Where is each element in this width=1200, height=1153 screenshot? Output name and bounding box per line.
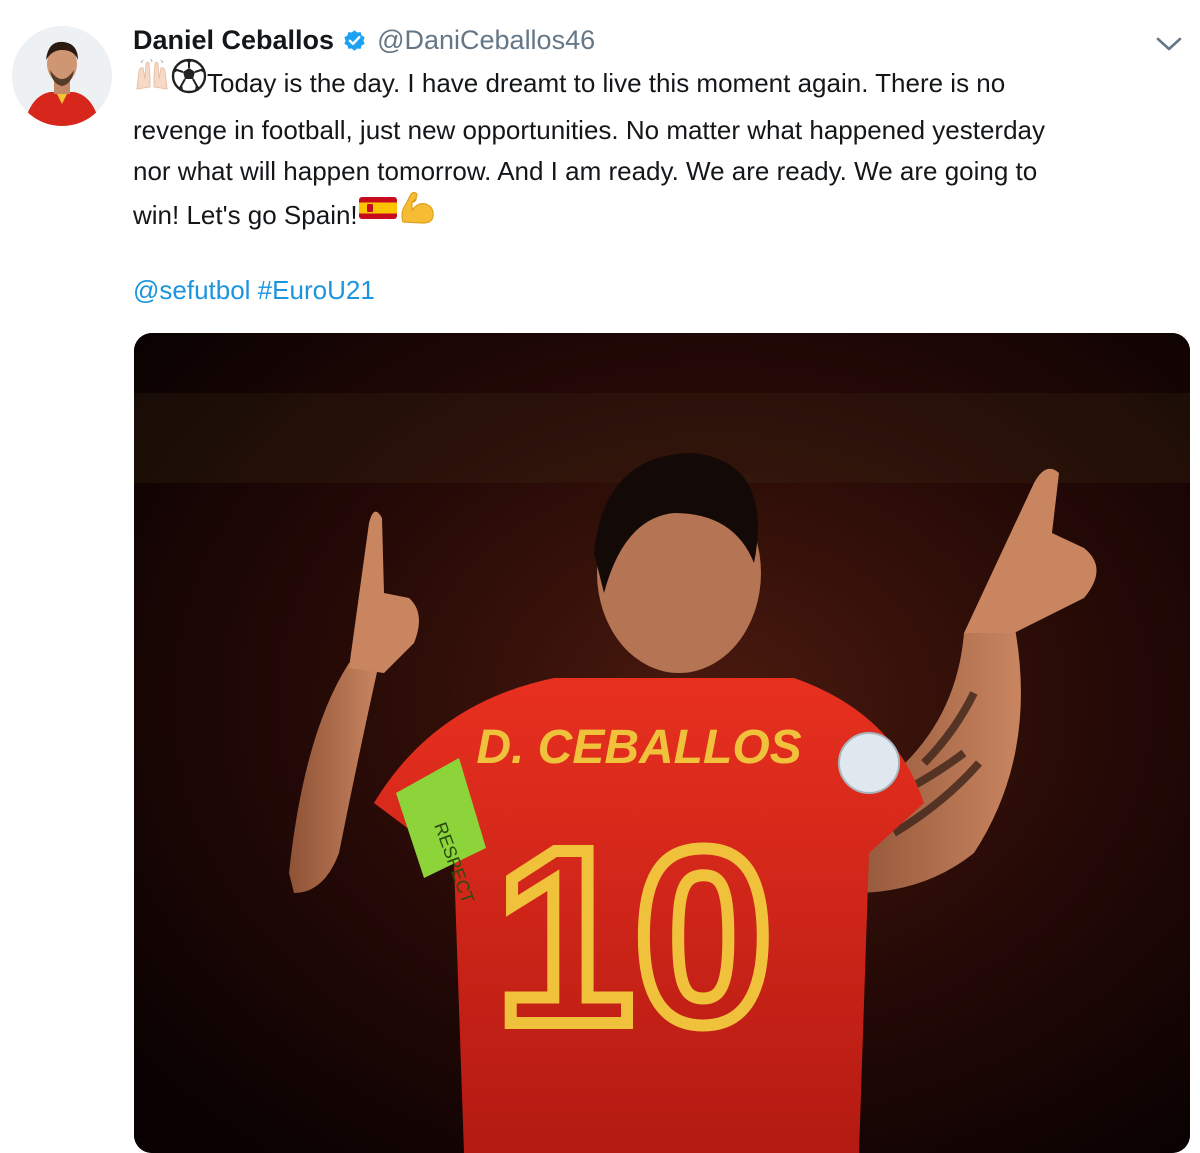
tweet-line-1: Today is the day. I have dreamt to live … (133, 58, 1183, 110)
flexed-biceps-icon (398, 190, 436, 239)
jersey-number: 10 (495, 797, 773, 1076)
tweet-line-1-text: Today is the day. I have dreamt to live … (207, 68, 1006, 99)
tweet-line-3: nor what will happen tomorrow. And I am … (133, 156, 1038, 186)
author-name[interactable]: Daniel Ceballos (133, 25, 334, 56)
mention-link[interactable]: @sefutbol (133, 275, 250, 305)
soccer-ball-icon (171, 58, 207, 107)
tweet-text: Today is the day. I have dreamt to live … (133, 58, 1183, 242)
tweet-header: Daniel Ceballos @DaniCeballos46 (133, 22, 595, 58)
tweet-links: @sefutbol #EuroU21 (133, 270, 375, 311)
jersey-name: D. CEBALLOS (476, 721, 801, 774)
tweet-line-4-text: win! Let's go Spain! (133, 199, 358, 230)
chevron-down-icon (1156, 37, 1182, 51)
tweet-photo[interactable]: RESPECT D. CEBALLOS 10 (134, 333, 1190, 1153)
avatar-photo (12, 26, 112, 126)
player-photo: RESPECT D. CEBALLOS 10 (134, 333, 1190, 1153)
hashtag-link[interactable]: #EuroU21 (258, 275, 375, 305)
flag-spain-icon (358, 193, 398, 235)
tweet-line-4: win! Let's go Spain! (133, 190, 1183, 242)
author-handle[interactable]: @DaniCeballos46 (377, 25, 595, 56)
tweet-menu-button[interactable] (1152, 30, 1186, 58)
verified-badge-icon (342, 28, 367, 53)
tweet-line-2: revenge in football, just new opportunit… (133, 114, 1045, 145)
avatar[interactable] (12, 26, 112, 126)
raised-hands-icon (133, 58, 171, 106)
